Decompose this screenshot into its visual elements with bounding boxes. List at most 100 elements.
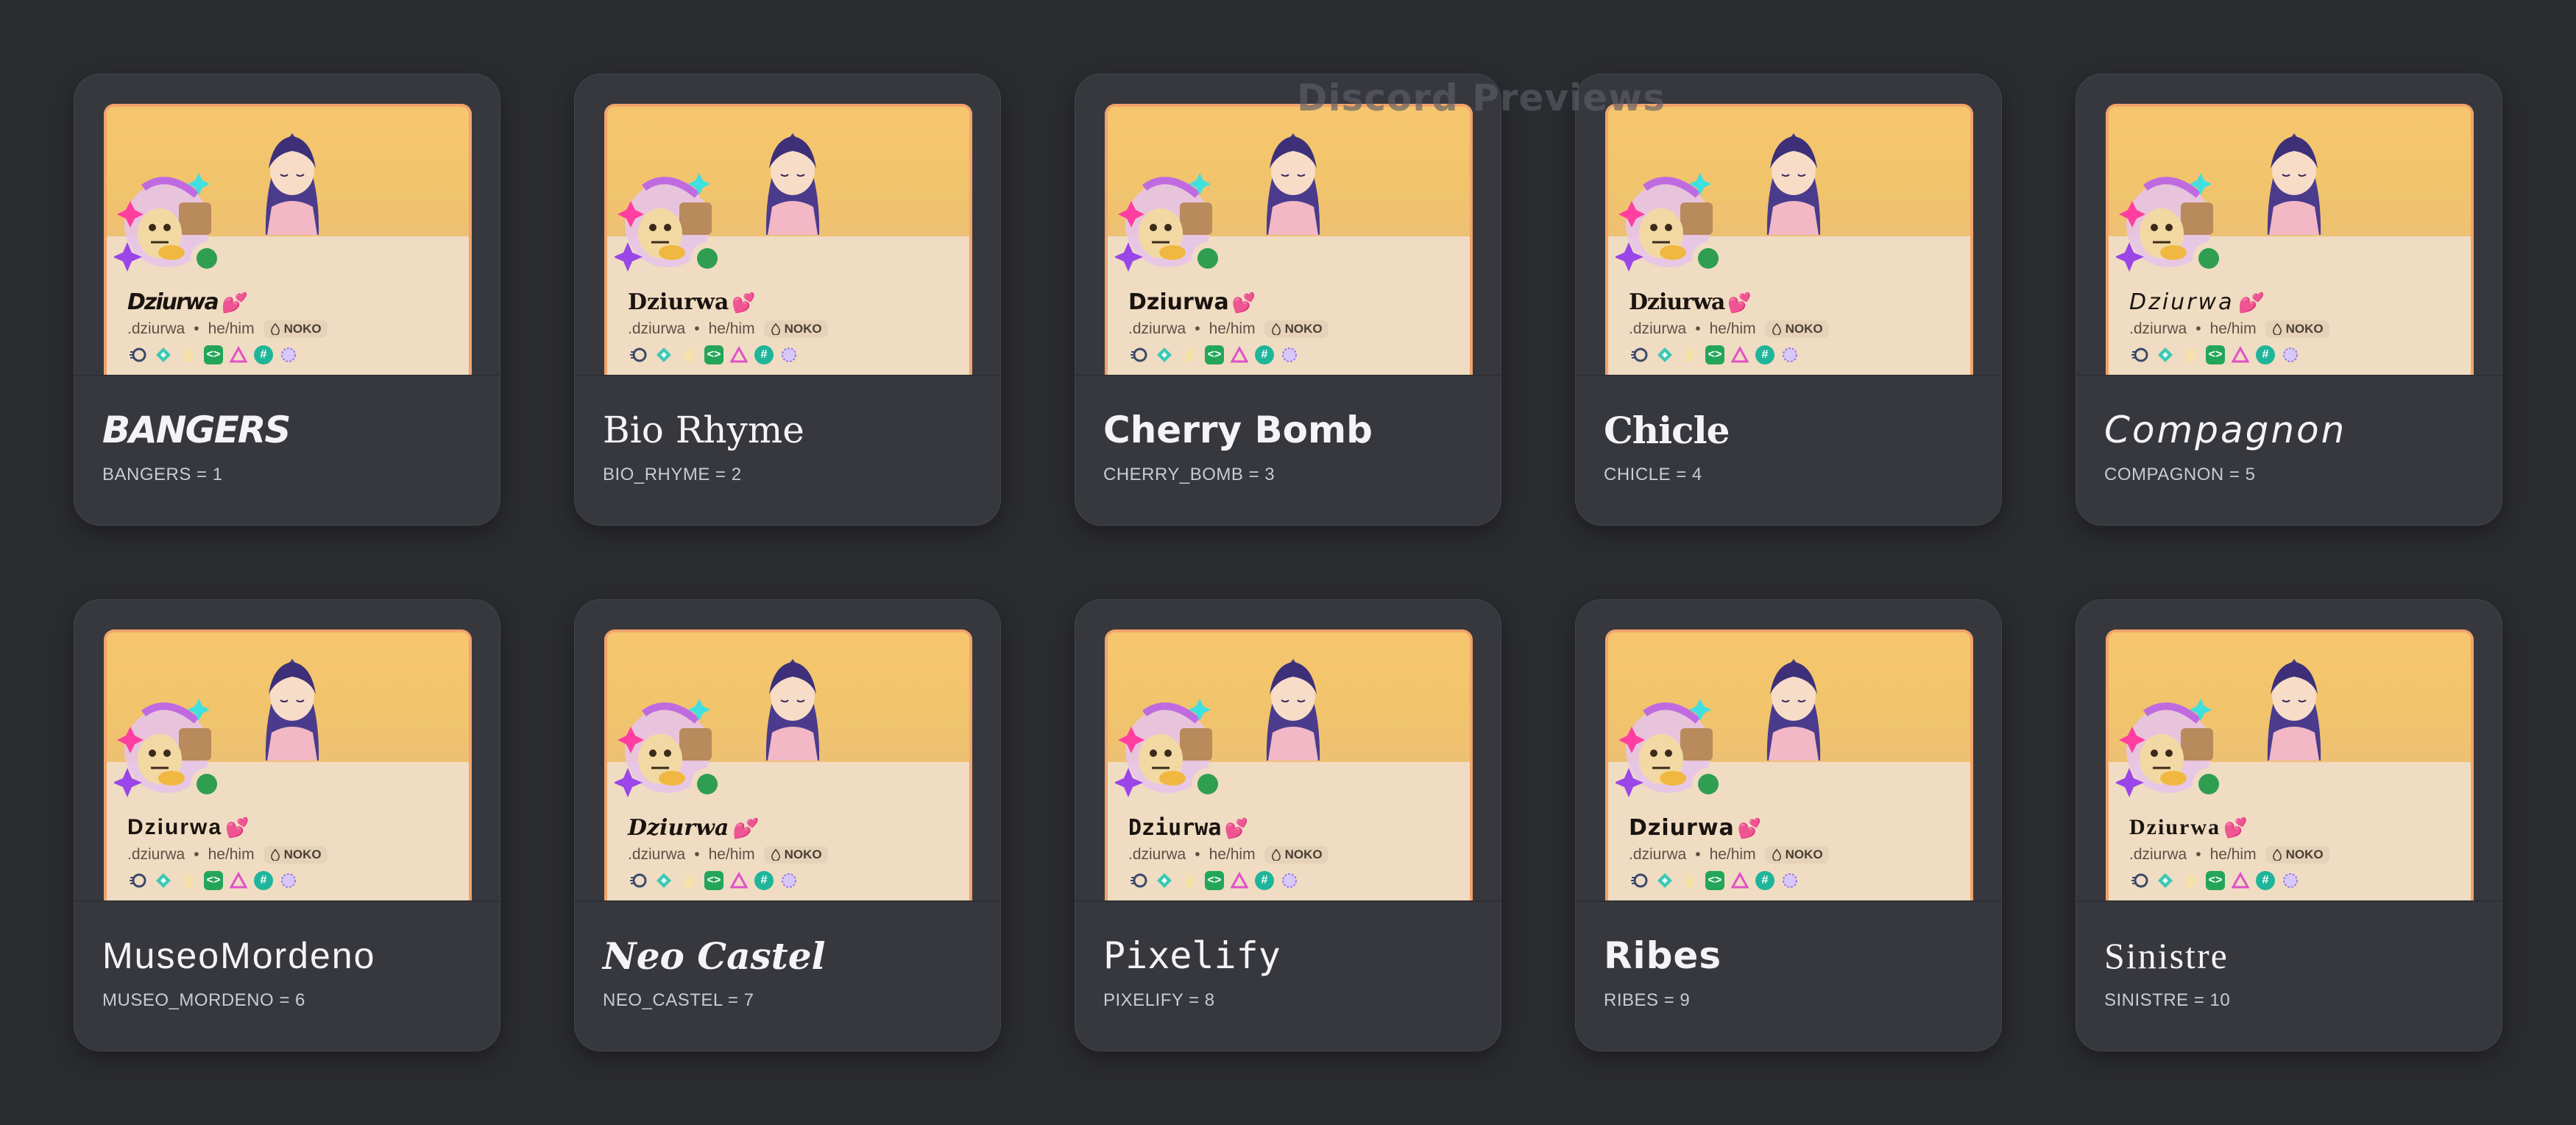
hand-badge-icon[interactable]: [1680, 345, 1699, 364]
server-tag[interactable]: NOKO: [1264, 846, 1328, 864]
profile-subline: .dziurwa • he/him NOKO: [127, 846, 328, 864]
code-badge-icon[interactable]: <>: [2206, 871, 2225, 890]
gem-badge-icon[interactable]: [1155, 345, 1174, 364]
gem-badge-icon[interactable]: [2156, 345, 2175, 364]
gem-badge-icon[interactable]: [1655, 871, 1674, 890]
triangle-badge-icon[interactable]: [729, 345, 749, 364]
speed-badge-icon[interactable]: [129, 345, 148, 364]
hand-badge-icon[interactable]: [679, 871, 698, 890]
hand-badge-icon[interactable]: [1680, 871, 1699, 890]
nitro-badge-icon[interactable]: [1780, 345, 1800, 364]
font-card[interactable]: Dziurwa 💕 .dziurwa • he/him NOKO <> #: [574, 74, 1001, 526]
hand-badge-icon[interactable]: [679, 345, 698, 364]
code-badge-icon[interactable]: <>: [2206, 345, 2225, 364]
triangle-badge-icon[interactable]: [1230, 871, 1249, 890]
code-badge-icon[interactable]: <>: [704, 871, 723, 890]
speed-badge-icon[interactable]: [629, 345, 648, 364]
hash-badge-icon[interactable]: #: [754, 345, 774, 364]
triangle-badge-icon[interactable]: [1730, 345, 1749, 364]
triangle-badge-icon[interactable]: [229, 345, 248, 364]
hand-badge-icon[interactable]: [2181, 871, 2200, 890]
font-card[interactable]: Dziurwa 💕 .dziurwa • he/him NOKO <> #: [1075, 74, 1501, 526]
hash-badge-icon[interactable]: #: [1255, 345, 1274, 364]
font-card[interactable]: Dziurwa 💕 .dziurwa • he/him NOKO <> #: [2076, 74, 2502, 526]
badge-row: <> #: [2131, 345, 2300, 364]
speed-badge-icon[interactable]: [129, 871, 148, 890]
nitro-badge-icon[interactable]: [1280, 345, 1299, 364]
speed-badge-icon[interactable]: [1130, 345, 1149, 364]
code-badge-icon[interactable]: <>: [704, 345, 723, 364]
font-card[interactable]: Dziurwa 💕 .dziurwa • he/him NOKO <> #: [74, 74, 500, 526]
code-badge-icon[interactable]: <>: [1705, 345, 1724, 364]
speed-badge-icon[interactable]: [629, 871, 648, 890]
gem-badge-icon[interactable]: [2156, 871, 2175, 890]
server-tag[interactable]: NOKO: [1764, 320, 1829, 338]
nitro-badge-icon[interactable]: [279, 871, 298, 890]
server-tag[interactable]: NOKO: [1764, 846, 1829, 864]
triangle-badge-icon[interactable]: [2231, 871, 2250, 890]
heart-icon: 💕: [2223, 817, 2249, 839]
hash-badge-icon[interactable]: #: [254, 871, 273, 890]
server-tag[interactable]: NOKO: [2265, 320, 2329, 338]
gem-badge-icon[interactable]: [654, 345, 673, 364]
nitro-badge-icon[interactable]: [779, 871, 799, 890]
hash-badge-icon[interactable]: #: [2256, 345, 2275, 364]
font-card[interactable]: Dziurwa 💕 .dziurwa • he/him NOKO <> #: [74, 599, 500, 1051]
nitro-badge-icon[interactable]: [2281, 871, 2300, 890]
gem-badge-icon[interactable]: [1155, 871, 1174, 890]
hash-badge-icon[interactable]: #: [1255, 871, 1274, 890]
server-tag-label: NOKO: [283, 322, 322, 336]
gem-badge-icon[interactable]: [654, 871, 673, 890]
speed-badge-icon[interactable]: [1130, 871, 1149, 890]
triangle-badge-icon[interactable]: [1730, 871, 1749, 890]
hash-badge-icon[interactable]: #: [2256, 871, 2275, 890]
speed-badge-icon[interactable]: [2131, 345, 2150, 364]
nitro-badge-icon[interactable]: [279, 345, 298, 364]
code-badge-icon[interactable]: <>: [204, 871, 223, 890]
hand-badge-icon[interactable]: [179, 345, 198, 364]
online-status-indicator: [1692, 768, 1724, 800]
triangle-badge-icon[interactable]: [729, 871, 749, 890]
server-tag[interactable]: NOKO: [763, 320, 828, 338]
gem-badge-icon[interactable]: [154, 871, 173, 890]
nitro-badge-icon[interactable]: [2281, 345, 2300, 364]
nitro-badge-icon[interactable]: [1780, 871, 1800, 890]
hand-badge-icon[interactable]: [1180, 345, 1199, 364]
code-badge-icon[interactable]: <>: [1705, 871, 1724, 890]
gem-badge-icon[interactable]: [154, 345, 173, 364]
profile-subline: .dziurwa • he/him NOKO: [127, 320, 328, 338]
font-card[interactable]: Dziurwa 💕 .dziurwa • he/him NOKO <> #: [1075, 599, 1501, 1051]
speed-badge-icon[interactable]: [2131, 871, 2150, 890]
hand-badge-icon[interactable]: [1180, 871, 1199, 890]
triangle-badge-icon[interactable]: [229, 871, 248, 890]
nitro-badge-icon[interactable]: [1280, 871, 1299, 890]
code-badge-icon[interactable]: <>: [204, 345, 223, 364]
hand-badge-icon[interactable]: [2181, 345, 2200, 364]
hash-badge-icon[interactable]: #: [1755, 871, 1774, 890]
triangle-badge-icon[interactable]: [1230, 345, 1249, 364]
font-card[interactable]: Dziurwa 💕 .dziurwa • he/him NOKO <> #: [1575, 599, 2002, 1051]
nitro-badge-icon[interactable]: [779, 345, 799, 364]
server-tag[interactable]: NOKO: [1264, 320, 1328, 338]
hash-badge-icon[interactable]: #: [1755, 345, 1774, 364]
server-tag[interactable]: NOKO: [263, 846, 328, 864]
pronouns: he/him: [2209, 320, 2257, 337]
font-card[interactable]: Dziurwa 💕 .dziurwa • he/him NOKO <> #: [1575, 74, 2002, 526]
hand-badge-icon[interactable]: [179, 871, 198, 890]
font-card[interactable]: Dziurwa 💕 .dziurwa • he/him NOKO <> #: [574, 599, 1001, 1051]
speed-badge-icon[interactable]: [1630, 871, 1649, 890]
username: .dziurwa: [1128, 846, 1186, 863]
profile-subline: .dziurwa • he/him NOKO: [628, 846, 828, 864]
badge-row: <> #: [629, 345, 799, 364]
font-card[interactable]: Dziurwa 💕 .dziurwa • he/him NOKO <> #: [2076, 599, 2502, 1051]
hash-badge-icon[interactable]: #: [254, 345, 273, 364]
code-badge-icon[interactable]: <>: [1205, 345, 1224, 364]
gem-badge-icon[interactable]: [1655, 345, 1674, 364]
triangle-badge-icon[interactable]: [2231, 345, 2250, 364]
server-tag[interactable]: NOKO: [763, 846, 828, 864]
server-tag[interactable]: NOKO: [263, 320, 328, 338]
hash-badge-icon[interactable]: #: [754, 871, 774, 890]
server-tag[interactable]: NOKO: [2265, 846, 2329, 864]
code-badge-icon[interactable]: <>: [1205, 871, 1224, 890]
speed-badge-icon[interactable]: [1630, 345, 1649, 364]
